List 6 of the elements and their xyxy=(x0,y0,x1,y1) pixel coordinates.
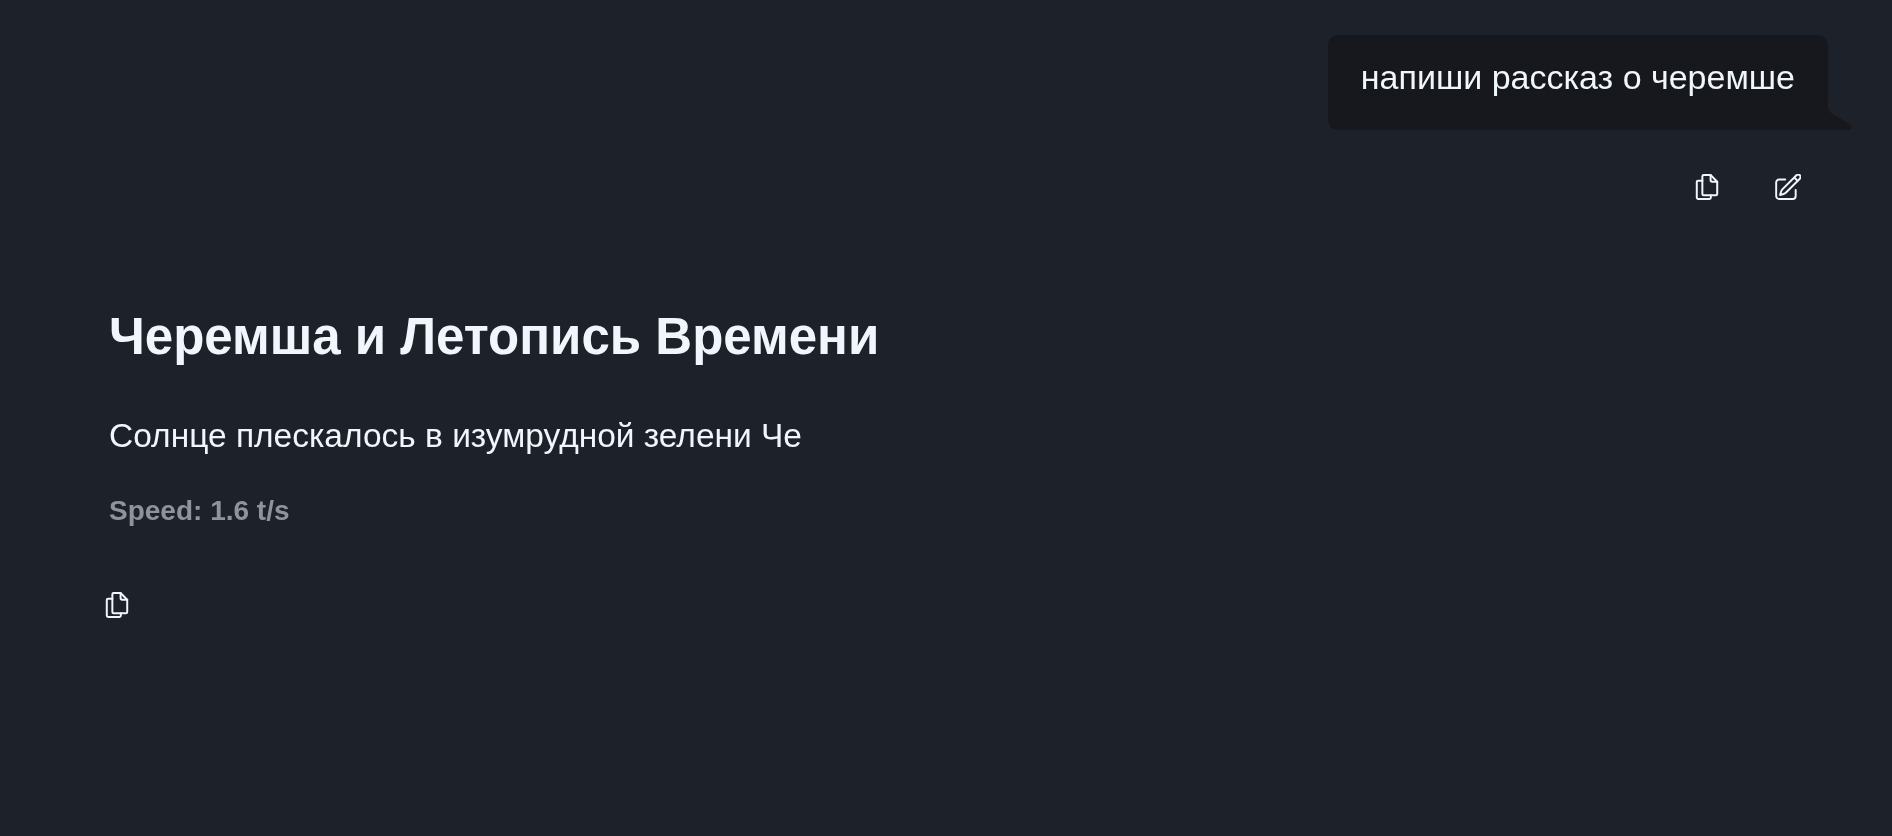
copy-icon xyxy=(1694,174,1720,200)
story-title: Черемша и Летопись Времени xyxy=(109,307,880,367)
story-paragraph: Солнце плескалось в изумрудной зелени Че xyxy=(109,416,802,456)
speed-label: Speed: 1.6 t/s xyxy=(109,494,290,528)
copy-icon xyxy=(104,592,130,618)
message-text: напиши рассказ о черемше xyxy=(1360,57,1795,98)
